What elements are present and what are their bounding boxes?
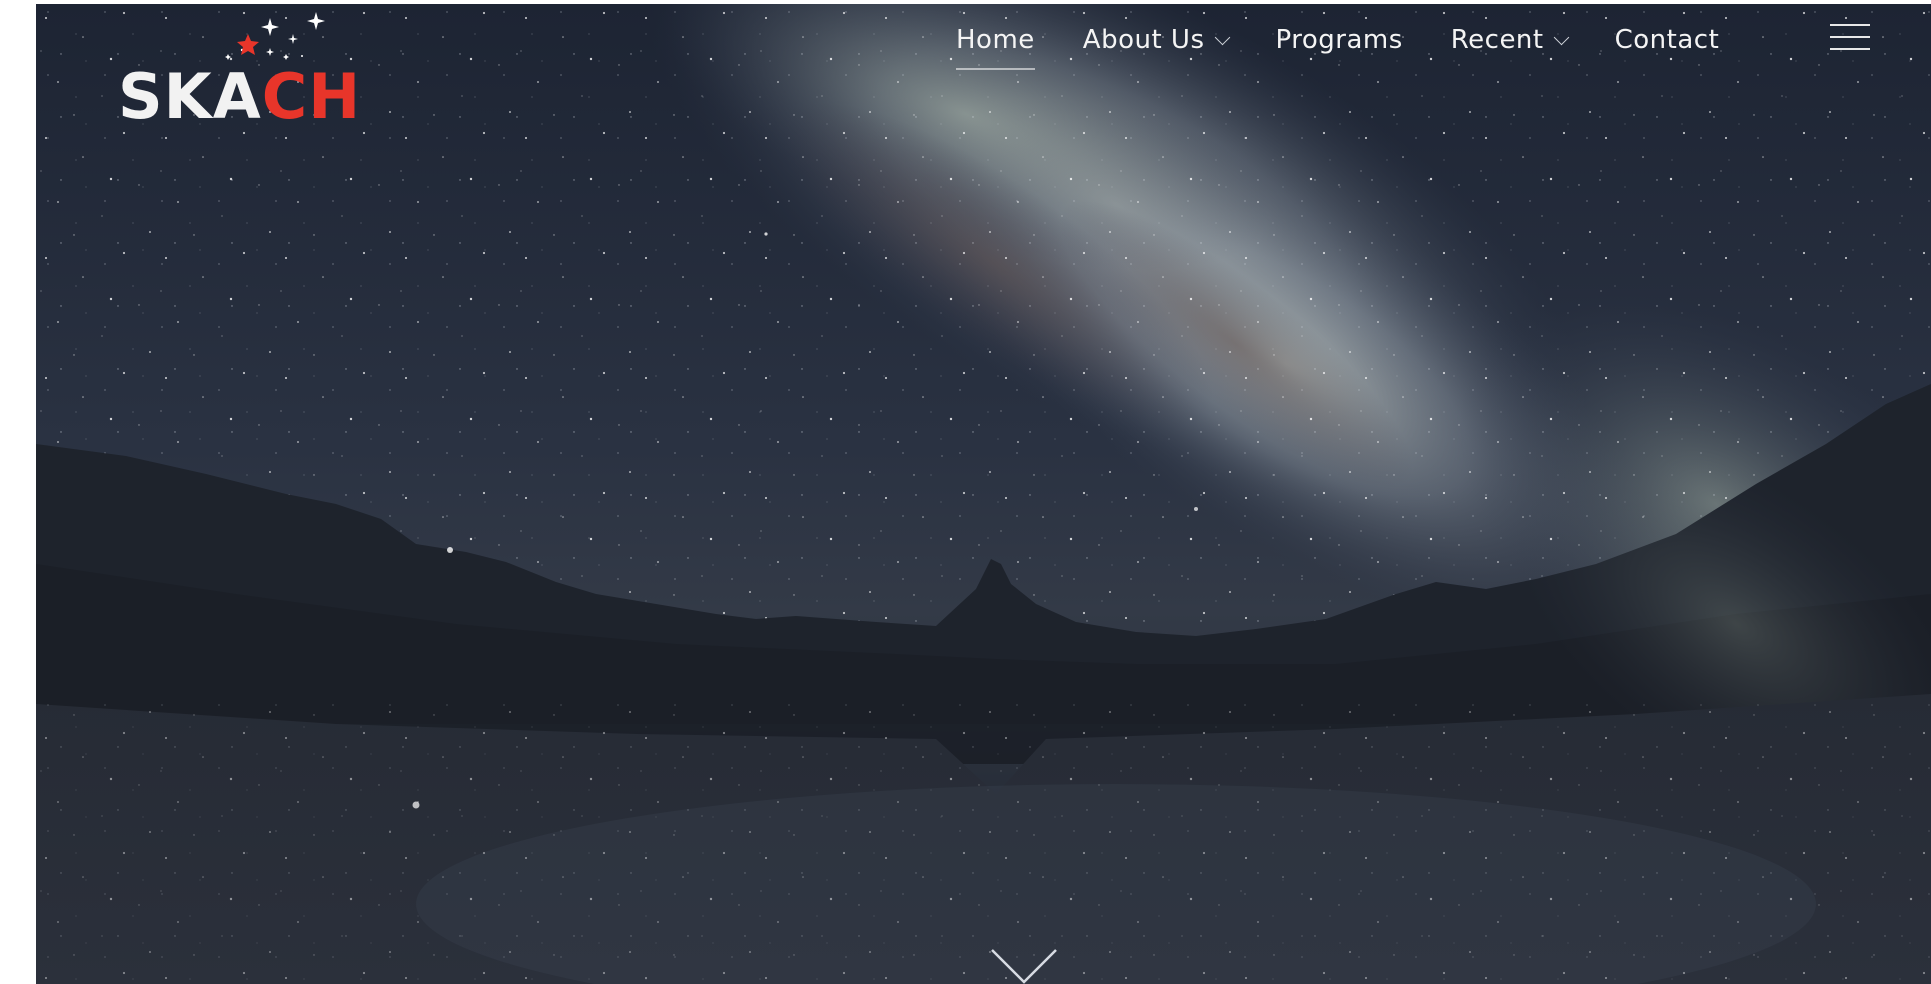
chevron-down-icon (1553, 29, 1569, 45)
chevron-down-icon (1214, 29, 1230, 45)
logo-text-white: SKA (118, 60, 262, 133)
nav-item-label: Contact (1614, 25, 1720, 55)
nav-item-about-us[interactable]: About Us (1082, 20, 1230, 60)
hamburger-menu-icon[interactable] (1830, 22, 1870, 54)
nav-item-contact[interactable]: Contact (1615, 20, 1720, 60)
hero-section: SKACH Home About Us Programs Recent Cont… (36, 4, 1931, 984)
logo-text-red: CH (261, 60, 362, 133)
main-navigation: Home About Us Programs Recent Contact (956, 20, 1767, 70)
site-logo[interactable]: SKACH (78, 6, 368, 136)
nav-item-label: Home (956, 25, 1035, 55)
nav-item-label: Programs (1275, 25, 1403, 55)
logo-wordmark: SKACH (118, 66, 361, 128)
nav-item-label: About Us (1082, 25, 1205, 55)
stars-logo-icon (225, 12, 325, 60)
nav-item-programs[interactable]: Programs (1276, 20, 1403, 60)
chevron-down-icon[interactable] (990, 948, 1058, 984)
hero-background-image (36, 4, 1931, 984)
nav-item-home[interactable]: Home (956, 20, 1035, 70)
nav-item-recent[interactable]: Recent (1450, 20, 1569, 60)
nav-item-label: Recent (1450, 25, 1544, 55)
page: SKACH Home About Us Programs Recent Cont… (0, 0, 1931, 984)
